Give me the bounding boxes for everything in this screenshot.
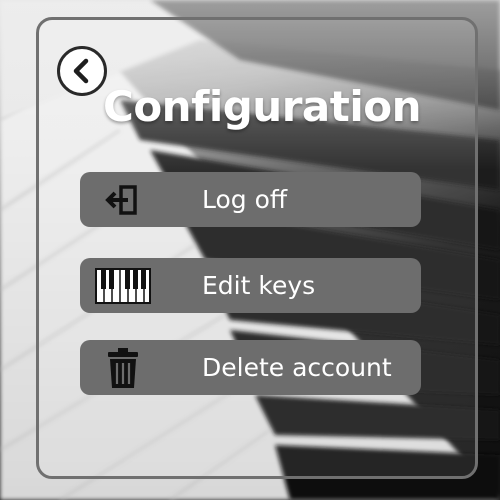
- delete-account-label: Delete account: [202, 353, 392, 382]
- logout-icon: [92, 179, 154, 221]
- page-title: Configuration: [103, 82, 422, 131]
- piano-keys-icon: [92, 265, 154, 307]
- log-off-button[interactable]: Log off: [80, 172, 421, 227]
- chevron-left-icon: [73, 58, 89, 84]
- log-off-label: Log off: [202, 185, 288, 214]
- delete-account-button[interactable]: Delete account: [80, 340, 421, 395]
- edit-keys-button[interactable]: Edit keys: [80, 258, 421, 313]
- trash-icon: [92, 347, 154, 389]
- edit-keys-label: Edit keys: [202, 271, 316, 300]
